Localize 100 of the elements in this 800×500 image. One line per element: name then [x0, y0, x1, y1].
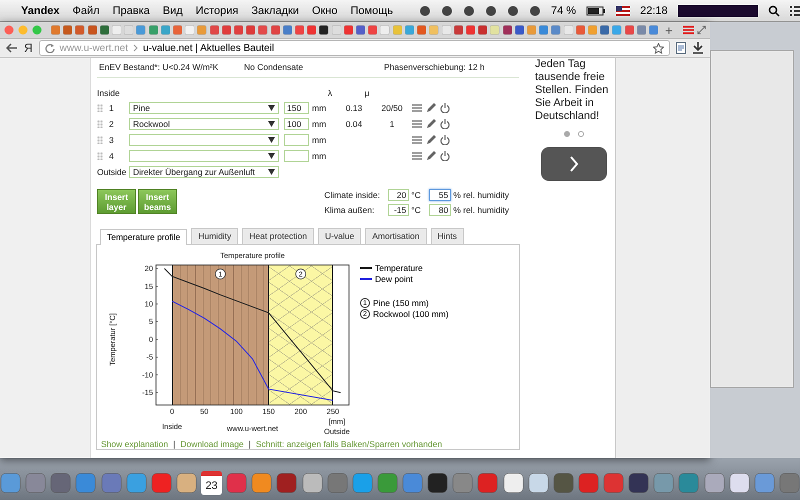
legend-label: Rockwool (100 mm) [373, 309, 449, 319]
tab[interactable]: Amortisation [365, 228, 426, 244]
menu-item[interactable]: Файл [72, 4, 100, 16]
menu-item[interactable]: Окно [312, 4, 338, 16]
axis-tick [156, 356, 158, 358]
lambda-value: 0.04 [344, 119, 364, 129]
fullscreen-icon[interactable] [696, 25, 706, 35]
carousel-dot[interactable] [578, 131, 584, 137]
tab[interactable]: Humidity [191, 228, 238, 244]
menu-item[interactable]: Закладки [251, 4, 299, 16]
list-icon[interactable] [790, 4, 800, 16]
back-arrow-icon[interactable] [6, 43, 18, 53]
tab[interactable]: Heat protection [242, 228, 314, 244]
ad-text: Jeden Tag tausende freie Stellen. Finden Sie Arbeit in Deutschland! [535, 58, 610, 123]
material-select[interactable] [129, 150, 279, 162]
summary-text: EnEV Bestand*: U<0.24 W/m²K [99, 62, 220, 72]
calendar-icon[interactable]: 23 [201, 471, 222, 495]
app-menu[interactable]: Yandex [21, 4, 60, 16]
tab[interactable]: Temperature profile [100, 229, 188, 245]
app-icon[interactable] [704, 471, 725, 495]
caret-icon [268, 121, 275, 127]
carousel-dot[interactable] [564, 131, 570, 137]
app-icon[interactable] [728, 471, 750, 495]
material-select[interactable]: Pine [129, 102, 279, 114]
humidity-input[interactable]: 80 [429, 204, 452, 216]
material-select[interactable]: Rockwool [129, 118, 279, 130]
unit-label: °C [411, 205, 422, 215]
legend-label: Pine (150 mm) [373, 298, 429, 308]
thickness-input[interactable] [284, 134, 309, 146]
app-icon[interactable] [427, 471, 448, 495]
link-separator: | [248, 439, 251, 450]
app-icon[interactable] [578, 471, 599, 495]
app-icon[interactable] [528, 471, 549, 495]
surface-select[interactable]: Direkter Übergang zur Außenluft [129, 166, 279, 178]
tab[interactable]: U-value [318, 228, 362, 244]
thickness-input[interactable]: 100 [284, 118, 309, 130]
url-host: www.u-wert.net [60, 42, 128, 54]
row-label: Outside [97, 167, 128, 177]
next-button[interactable] [541, 147, 607, 181]
zoom-icon[interactable] [32, 25, 42, 35]
menu-icon[interactable] [682, 25, 694, 35]
menu-item[interactable]: Помощь [350, 4, 393, 16]
download-icon[interactable] [692, 42, 704, 54]
summary-text: No Condensate [244, 62, 304, 72]
climate-label: Klima außen: [324, 205, 376, 215]
menu-item[interactable]: Правка [112, 4, 150, 16]
caret-icon [268, 137, 275, 143]
caret-icon [268, 153, 275, 159]
power-icon[interactable] [440, 103, 450, 113]
humidity-input[interactable]: 55 [429, 189, 452, 201]
caret-icon [268, 105, 275, 111]
app-icon[interactable] [276, 471, 298, 495]
caret-icon [268, 169, 275, 175]
clock[interactable]: 22:18 [640, 4, 668, 16]
column-header: λ [326, 88, 334, 98]
climate-label: Climate inside: [324, 190, 381, 200]
browser-logo[interactable]: Я [24, 41, 33, 55]
star-icon[interactable] [653, 42, 664, 54]
lambda-value: 0.13 [344, 103, 364, 113]
layer-number: 3 [109, 135, 115, 145]
thickness-input[interactable] [284, 150, 309, 162]
layer-number: 1 [109, 103, 115, 113]
power-icon[interactable] [440, 119, 450, 129]
battery-icon[interactable] [586, 6, 606, 16]
address-bar[interactable]: www.u-wert.net u-value.net | Aktuelles Bauteil [38, 40, 670, 56]
flag-icon[interactable] [616, 6, 630, 16]
menu-item[interactable]: Вид [162, 4, 183, 16]
menu-item[interactable]: История [196, 4, 238, 16]
app-icon[interactable] [176, 471, 197, 495]
thickness-input[interactable]: 150 [284, 102, 309, 114]
unit-label: % rel. humidity [453, 190, 509, 200]
link-separator: | [173, 439, 176, 450]
app-icon[interactable] [628, 471, 650, 495]
app-icon[interactable] [502, 471, 524, 495]
search-icon[interactable] [768, 4, 780, 16]
material-select[interactable] [129, 134, 279, 146]
tab[interactable]: Hints [430, 228, 464, 244]
unit-label: mm [312, 135, 328, 145]
app-icon[interactable] [150, 471, 172, 495]
reload-icon[interactable] [44, 43, 55, 53]
legend-label: Dew point [375, 274, 413, 284]
document-icon[interactable] [676, 42, 686, 54]
battery-percent: 74 % [551, 4, 576, 16]
app-icon[interactable] [477, 471, 498, 495]
close-icon[interactable] [4, 25, 14, 35]
power-icon[interactable] [440, 151, 450, 161]
chevron-right-icon [569, 156, 579, 172]
app-icon[interactable] [302, 471, 323, 495]
column-label: Inside [97, 88, 121, 98]
page-title: u-value.net | Aktuelles Bauteil [143, 42, 274, 54]
mu-value: 20/50 [380, 103, 404, 113]
power-icon[interactable] [440, 135, 450, 145]
summary-text: Phasenverschiebung: 12 h [384, 62, 486, 72]
app-icon[interactable] [251, 471, 272, 495]
axis-tick [156, 374, 158, 376]
temperature-input[interactable]: 20 [388, 189, 410, 201]
mu-value: 1 [388, 119, 396, 129]
app-icon[interactable] [552, 471, 574, 495]
new-tab-button[interactable]: + [661, 22, 677, 38]
temperature-input[interactable]: -15 [388, 204, 410, 216]
